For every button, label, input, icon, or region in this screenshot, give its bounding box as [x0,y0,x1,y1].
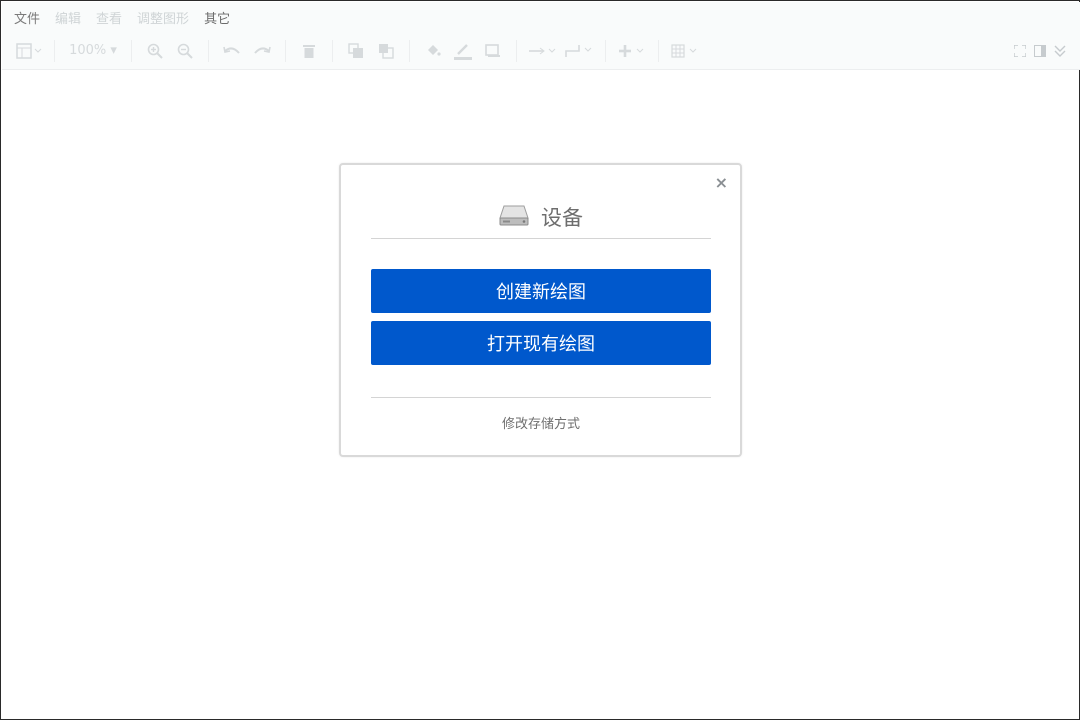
insert-icon[interactable] [614,39,650,63]
change-storage-link[interactable]: 修改存储方式 [371,413,711,432]
to-back-icon[interactable] [371,39,401,63]
collapse-icon[interactable] [1054,39,1066,63]
close-icon[interactable]: × [715,173,728,192]
separator [605,39,606,62]
hard-drive-icon [499,203,529,231]
shadow-icon[interactable] [478,39,508,63]
separator [131,39,132,62]
redo-icon[interactable] [247,39,277,63]
separator [658,39,659,62]
separator [285,39,286,62]
page-view-icon[interactable] [12,39,46,63]
separator [208,39,209,62]
zoom-in-icon[interactable] [140,39,170,63]
line-color-icon[interactable] [448,39,478,63]
separator [516,39,517,62]
dialog-title: 设备 [541,205,583,230]
menu-arrange[interactable]: 调整图形 [137,8,189,27]
open-existing-diagram-button[interactable]: 打开现有绘图 [371,321,711,365]
create-new-diagram-button[interactable]: 创建新绘图 [371,269,711,313]
menu-edit[interactable]: 编辑 [55,8,81,27]
connection-icon[interactable] [525,39,561,63]
menu-file[interactable]: 文件 [14,8,40,27]
delete-icon[interactable] [294,39,324,63]
menu-extras[interactable]: 其它 [204,8,230,27]
dialog-header: 设备 [371,195,711,239]
zoom-out-icon[interactable] [170,39,200,63]
zoom-value: 100% [69,43,107,58]
menu-view[interactable]: 查看 [96,8,122,27]
separator [54,39,55,62]
waypoints-icon[interactable] [561,39,597,63]
separator [332,39,333,62]
to-front-icon[interactable] [341,39,371,63]
separator [409,39,410,62]
divider [371,397,711,398]
format-panel-icon[interactable] [1034,39,1046,63]
app-window: 文件 编辑 查看 调整图形 其它 100% ▾ × 设备 创建新绘图 打开现有绘… [0,0,1080,720]
table-icon[interactable] [667,39,703,63]
toolbar: 100% ▾ [2,32,1080,70]
storage-dialog: × 设备 创建新绘图 打开现有绘图 修改存储方式 [339,163,742,457]
menubar: 文件 编辑 查看 调整图形 其它 [2,2,1080,32]
fullscreen-icon[interactable] [1014,39,1026,63]
zoom-select[interactable]: 100% ▾ [63,39,123,63]
fill-color-icon[interactable] [418,39,448,63]
undo-icon[interactable] [217,39,247,63]
right-tools [1014,39,1066,63]
